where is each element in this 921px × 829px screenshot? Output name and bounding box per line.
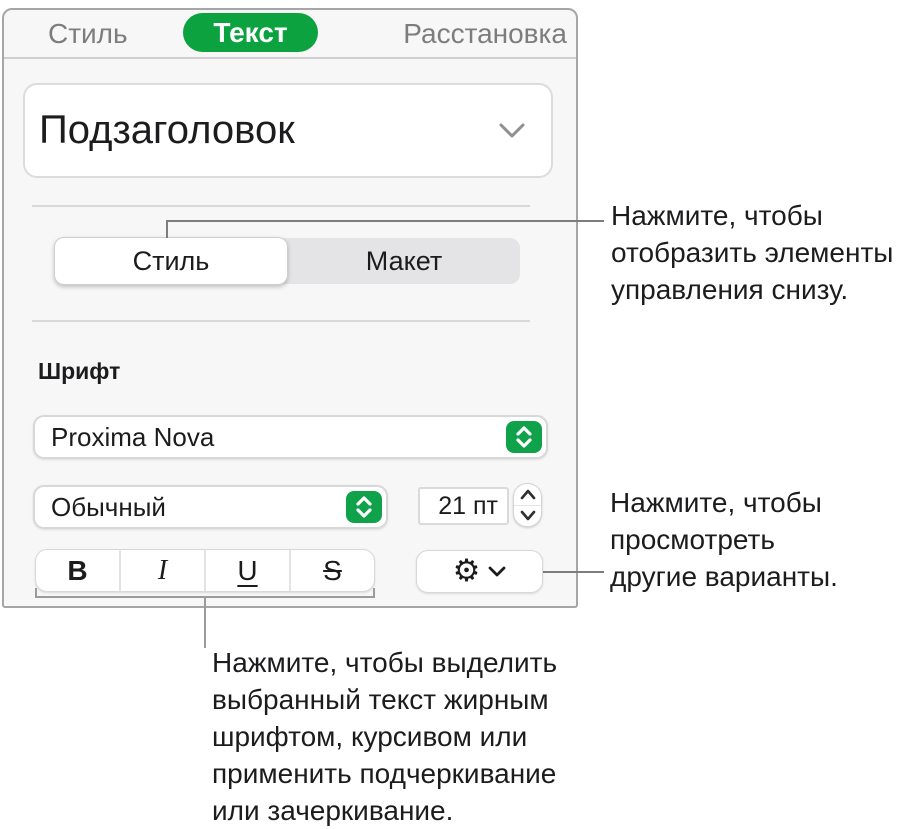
font-family-dropdown[interactable]: Proxima Nova [33,415,548,459]
gear-icon: ⚙ [453,556,481,587]
font-family-value: Proxima Nova [51,422,546,453]
callout-line-segmented-vertical [166,220,168,238]
style-layout-segmented-control: Стиль Макет [55,238,520,284]
callout-line-text: просмотреть [610,521,838,558]
callout-text-segmented: Нажмите, чтобы отобразить элементы управ… [611,197,893,308]
callout-line-text: шрифтом, курсивом или [212,718,557,755]
paragraph-style-value: Подзаголовок [39,108,499,153]
italic-button[interactable]: I [119,550,204,591]
inspector-tab-bar: Стиль Текст Расстановка [4,10,576,59]
font-section-title: Шрифт [38,358,120,385]
callout-text-more-options: Нажмите, чтобы просмотреть другие вариан… [610,484,838,595]
font-size-stepper[interactable] [513,483,542,527]
chevron-down-icon [488,566,506,578]
divider [32,320,530,322]
strikethrough-button[interactable]: S [289,550,374,591]
callout-line-text: управления снизу. [611,271,893,308]
updown-chevron-icon[interactable] [346,491,382,523]
format-bracket-right-tick [373,588,375,598]
callout-line-text: отобразить элементы [611,234,893,271]
format-bracket-stem [204,596,206,648]
paragraph-style-dropdown[interactable]: Подзаголовок [23,83,553,178]
format-inspector-panel: Стиль Текст Расстановка Подзаголовок Сти… [2,8,578,608]
bold-button[interactable]: B [36,550,119,591]
underline-button[interactable]: U [204,550,289,591]
tab-style[interactable]: Стиль [48,10,128,57]
callout-line-text: Нажмите, чтобы выделить [212,644,557,681]
tab-text[interactable]: Текст [183,13,318,52]
callout-line-gear [543,571,604,573]
updown-chevron-icon[interactable] [506,421,542,453]
callout-line-segmented-horizontal [166,220,604,222]
stepper-down-icon[interactable] [514,506,541,527]
callout-line-text: Нажмите, чтобы [610,484,838,521]
tab-arrange[interactable]: Расстановка [403,10,567,57]
callout-text-format-buttons: Нажмите, чтобы выделить выбранный текст … [212,644,557,829]
format-bracket-left-tick [35,588,37,598]
advanced-options-button[interactable]: ⚙ [416,550,543,593]
callout-line-text: Нажмите, чтобы [611,197,893,234]
font-size-field[interactable]: 21 пт [418,487,509,525]
segment-style[interactable]: Стиль [54,237,288,285]
text-format-button-group: B I U S [35,549,375,592]
font-weight-dropdown[interactable]: Обычный [33,485,388,529]
divider [32,205,530,207]
stepper-up-icon[interactable] [514,484,541,506]
callout-line-text: выбранный текст жирным [212,681,557,718]
segment-layout[interactable]: Макет [288,238,520,284]
callout-line-text: применить подчеркивание [212,755,557,792]
font-weight-value: Обычный [51,492,386,523]
callout-line-text: другие варианты. [610,558,838,595]
chevron-down-icon [499,123,525,139]
callout-line-text: или зачеркивание. [212,792,557,829]
